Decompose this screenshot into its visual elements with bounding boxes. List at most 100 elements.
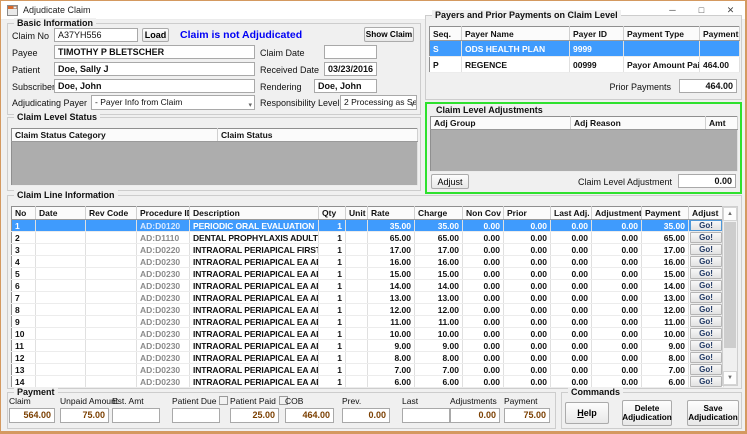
go-button[interactable]: Go! — [690, 244, 722, 255]
subscriber-input[interactable]: Doe, John — [54, 79, 255, 93]
field-input[interactable]: 75.00 — [60, 408, 109, 423]
claim-line-row[interactable]: 8AD:D0230INTRAORAL PERIAPICAL EA ADD112.… — [12, 304, 724, 316]
go-button[interactable]: Go! — [690, 292, 722, 303]
column-header[interactable]: Claim Status Category — [12, 129, 218, 142]
claim-line-row[interactable]: 2AD:D1110DENTAL PROPHYLAXIS ADULT165.006… — [12, 232, 724, 244]
go-button[interactable]: Go! — [690, 268, 722, 279]
load-button[interactable]: Load — [142, 28, 169, 42]
field-label: Claim — [9, 396, 55, 406]
go-button[interactable]: Go! — [690, 232, 722, 243]
responsibility-level-dropdown[interactable]: 2 Processing as Seconc ▾ — [340, 95, 417, 110]
column-header[interactable]: Charge — [415, 207, 463, 220]
patient-input[interactable]: Doe, Sally J — [54, 62, 255, 76]
field-input[interactable]: 25.00 — [230, 408, 279, 423]
claim-line-row[interactable]: 10AD:D0230INTRAORAL PERIAPICAL EA ADD110… — [12, 328, 724, 340]
field-input[interactable]: 0.00 — [450, 408, 500, 423]
go-button[interactable]: Go! — [690, 340, 722, 351]
show-claim-button[interactable]: Show Claim — [364, 27, 414, 42]
claim-status-table: Claim Status Category Claim Status — [11, 128, 418, 186]
field-input[interactable]: 75.00 — [504, 408, 550, 423]
payers-table: Seq. Payer Name Payer ID Payment Type Pa… — [429, 26, 740, 73]
vertical-scrollbar[interactable]: ▲ ▼ — [722, 206, 738, 386]
column-header[interactable]: Adj Reason — [571, 117, 706, 130]
claim-line-row[interactable]: 11AD:D0230INTRAORAL PERIAPICAL EA ADD19.… — [12, 340, 724, 352]
field-input[interactable] — [172, 408, 220, 423]
go-button[interactable]: Go! — [690, 364, 722, 375]
claim-line-row[interactable]: 4AD:D0230INTRAORAL PERIAPICAL EA ADD116.… — [12, 256, 724, 268]
column-header[interactable]: Prior — [504, 207, 551, 220]
column-header[interactable]: Payment — [700, 27, 740, 41]
delete-adjudication-button[interactable]: Delete Adjudication — [622, 400, 672, 426]
column-header[interactable]: Rev Code — [86, 207, 137, 220]
rendering-input[interactable]: Doe, John — [314, 79, 377, 93]
empty-table-body — [12, 142, 418, 186]
scroll-up-icon[interactable]: ▲ — [723, 207, 737, 221]
column-header[interactable]: Qty — [319, 207, 346, 220]
column-header[interactable]: Date — [36, 207, 86, 220]
received-date-input[interactable]: 03/23/2016 — [324, 62, 377, 76]
help-button[interactable]: Help — [565, 402, 609, 424]
column-header[interactable]: Rate — [368, 207, 415, 220]
field-input[interactable]: 564.00 — [9, 408, 55, 423]
claim-line-row[interactable]: 13AD:D0230INTRAORAL PERIAPICAL EA ADD17.… — [12, 364, 724, 376]
go-button[interactable]: Go! — [690, 304, 722, 315]
field-input[interactable] — [112, 408, 160, 423]
column-header[interactable]: Non Cov — [463, 207, 504, 220]
column-header[interactable]: Claim Status — [218, 129, 418, 142]
column-header[interactable]: Payer ID — [570, 27, 624, 41]
claim-line-row[interactable]: 12AD:D0230INTRAORAL PERIAPICAL EA ADD18.… — [12, 352, 724, 364]
column-header[interactable]: No — [12, 207, 36, 220]
go-button[interactable]: Go! — [690, 376, 722, 387]
payment-field-prev-: Prev.0.00 — [342, 396, 390, 423]
subscriber-label: Subscriber — [12, 82, 55, 92]
go-button[interactable]: Go! — [690, 352, 722, 363]
go-button[interactable]: Go! — [690, 256, 722, 267]
adjust-button[interactable]: Adjust — [431, 174, 469, 189]
empty-table-body — [431, 130, 738, 172]
column-header[interactable]: Description — [190, 207, 319, 220]
column-header[interactable]: Adj Group — [431, 117, 571, 130]
claim-line-row[interactable]: 7AD:D0230INTRAORAL PERIAPICAL EA ADD113.… — [12, 292, 724, 304]
claim-date-input[interactable] — [324, 45, 377, 59]
column-header[interactable]: Adjustments — [592, 207, 642, 220]
payee-input[interactable]: TIMOTHY P BLETSCHER — [54, 45, 255, 59]
claim-line-row[interactable]: 1AD:D0120PERIODIC ORAL EVALUATION135.003… — [12, 220, 724, 232]
prior-payments-input[interactable]: 464.00 — [679, 79, 737, 93]
scrollbar-thumb[interactable] — [724, 222, 736, 348]
go-button[interactable]: Go! — [690, 328, 722, 339]
column-header[interactable]: Amt — [706, 117, 738, 130]
field-input[interactable]: 0.00 — [342, 408, 390, 423]
column-header[interactable]: Last Adj. — [551, 207, 592, 220]
claim-line-row[interactable]: 5AD:D0230INTRAORAL PERIAPICAL EA ADD115.… — [12, 268, 724, 280]
go-button[interactable]: Go! — [690, 316, 722, 327]
field-input[interactable]: 464.00 — [285, 408, 334, 423]
claim-lines-grid-area: NoDateRev CodeProcedure IDDescriptionQty… — [11, 206, 738, 386]
claim-no-input[interactable]: A37YH556 — [54, 28, 138, 42]
field-input[interactable] — [402, 408, 450, 423]
adjudicating-payer-dropdown[interactable]: - Payer Info from Claim ▾ — [91, 95, 255, 110]
column-header[interactable]: Adjust — [689, 207, 724, 220]
scroll-down-icon[interactable]: ▼ — [723, 371, 737, 385]
responsibility-level-label: Responsibility Level — [260, 98, 340, 108]
claim-level-adjustment-input[interactable]: 0.00 — [678, 174, 736, 188]
column-header[interactable]: Payment Type — [624, 27, 700, 41]
column-header[interactable]: Unit — [346, 207, 368, 220]
claim-line-row[interactable]: 3AD:D0220INTRAORAL PERIAPICAL FIRST F117… — [12, 244, 724, 256]
claim-no-label: Claim No — [12, 31, 49, 41]
save-adjudication-button[interactable]: Save Adjudication — [687, 400, 739, 426]
column-header[interactable]: Procedure ID — [137, 207, 190, 220]
claim-line-row[interactable]: 14AD:D0230INTRAORAL PERIAPICAL EA ADD16.… — [12, 376, 724, 388]
payer-row[interactable]: SODS HEALTH PLAN9999 — [430, 41, 740, 57]
go-button[interactable]: Go! — [690, 220, 722, 231]
column-header[interactable]: Seq. — [430, 27, 462, 41]
claim-line-row[interactable]: 6AD:D0230INTRAORAL PERIAPICAL EA ADD114.… — [12, 280, 724, 292]
claim-level-adjustments-group: Claim Level Adjustments Adj Group Adj Re… — [425, 102, 742, 194]
claim-line-row[interactable]: 9AD:D0230INTRAORAL PERIAPICAL EA ADD111.… — [12, 316, 724, 328]
go-button[interactable]: Go! — [690, 280, 722, 291]
claim-lines-table-body: 1AD:D0120PERIODIC ORAL EVALUATION135.003… — [12, 220, 724, 388]
payer-row[interactable]: PREGENCE00999Payor Amount Paid464.00 — [430, 57, 740, 73]
column-header[interactable]: Payment — [642, 207, 689, 220]
adjudicate-claim-window: Adjudicate Claim ─ □ ✕ Basic Information… — [0, 0, 747, 434]
checkbox[interactable] — [219, 396, 228, 405]
column-header[interactable]: Payer Name — [462, 27, 570, 41]
